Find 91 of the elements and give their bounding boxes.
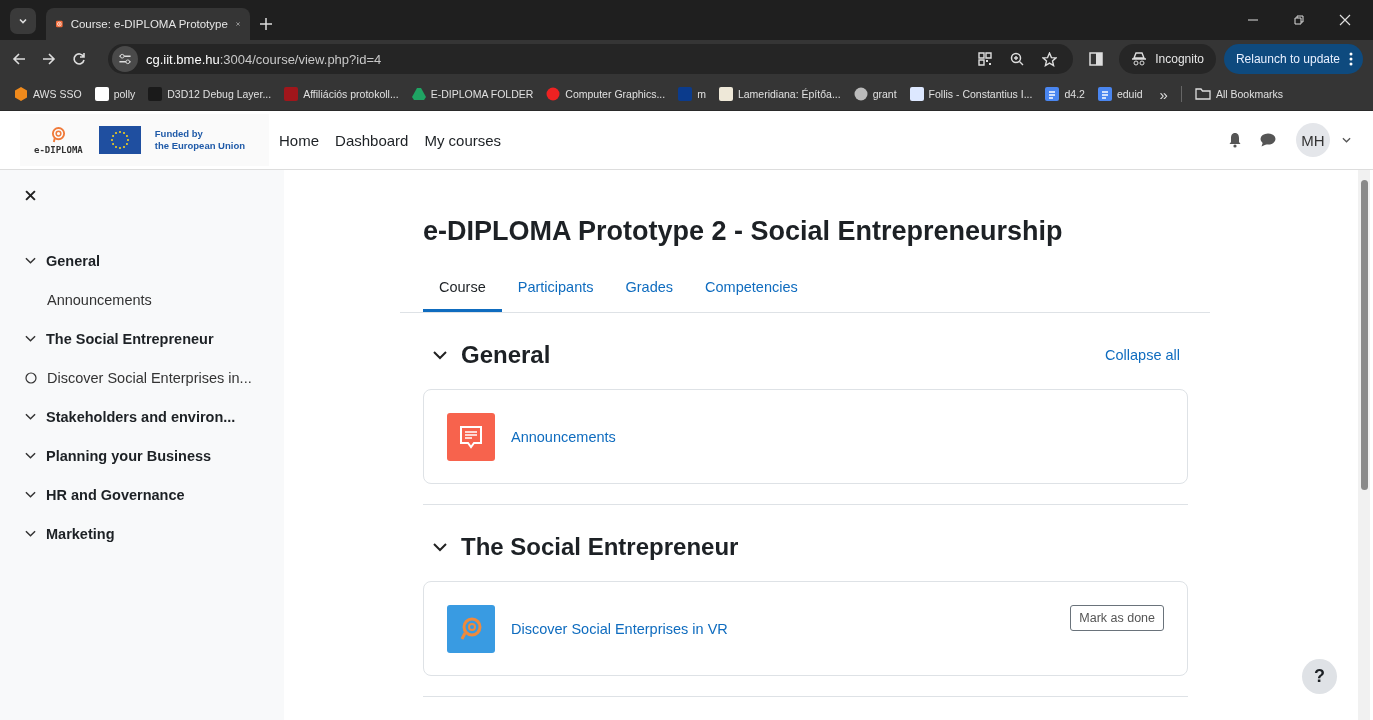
bookmark[interactable]: Follis - Constantius I... <box>909 87 1033 101</box>
help-button[interactable]: ? <box>1302 659 1337 694</box>
incognito-button[interactable]: Incognito <box>1119 44 1216 74</box>
site-settings-icon[interactable] <box>112 46 138 72</box>
address-bar[interactable]: cg.iit.bme.hu:3004/course/view.php?id=4 <box>108 44 1074 74</box>
logo-panel[interactable]: e-DIPLOMA Funded by the European Union <box>20 114 270 166</box>
bookmark-icon <box>284 87 299 101</box>
restore-icon[interactable] <box>1293 14 1305 26</box>
bookmark-icon <box>853 87 868 101</box>
bookmark[interactable]: Affiliációs protokoll... <box>284 87 399 101</box>
bookmark[interactable]: AWS SSO <box>14 87 82 101</box>
bookmark[interactable]: Computer Graphics... <box>546 87 666 101</box>
relaunch-button[interactable]: Relaunch to update <box>1223 44 1363 74</box>
sidebar-item[interactable]: Announcements <box>25 280 152 319</box>
browser-tab[interactable]: Course: e-DIPLOMA Prototype <box>46 8 250 40</box>
bookmark[interactable]: eduid <box>1097 87 1143 101</box>
reload-icon[interactable] <box>72 52 86 66</box>
chat-icon[interactable] <box>1260 133 1276 147</box>
caret-icon[interactable] <box>1342 137 1351 143</box>
qr-code-icon[interactable] <box>978 52 993 66</box>
chevron-icon[interactable] <box>25 334 36 343</box>
sidebar-section[interactable]: The Social Entrepreneur <box>25 319 214 358</box>
star-icon[interactable] <box>1042 51 1058 67</box>
folder-icon <box>1194 87 1211 101</box>
close-icon[interactable] <box>25 190 36 201</box>
bookmark-icon <box>718 87 733 101</box>
nav-link[interactable]: Home <box>279 131 320 149</box>
bookmark[interactable]: E-DIPLOMA FOLDER <box>411 87 534 101</box>
course-tab[interactable]: Participants <box>501 267 610 312</box>
bookmark-icon <box>1097 87 1112 101</box>
logo-text: e-DIPLOMA <box>34 144 83 155</box>
user-avatar[interactable]: MH <box>1296 123 1330 157</box>
section-title: The Social Entrepreneur <box>461 533 739 561</box>
bookmark-icon <box>678 87 693 101</box>
course-tab[interactable]: Course <box>423 267 502 312</box>
tab-title: Course: e-DIPLOMA Prototype <box>70 18 228 30</box>
bookmark-icon <box>546 87 561 101</box>
bookmark-icon <box>14 87 28 101</box>
section-title: General <box>461 341 551 369</box>
zoom-icon[interactable] <box>1010 52 1025 66</box>
bookmark-icon <box>148 87 163 101</box>
chevron-icon[interactable] <box>25 490 36 499</box>
bookmark[interactable]: D3D12 Debug Layer... <box>148 87 272 101</box>
bell-icon[interactable] <box>1228 132 1242 148</box>
collapse-all-link[interactable]: Collapse all <box>1105 347 1180 363</box>
incognito-icon <box>1131 52 1148 66</box>
chevron-icon[interactable] <box>25 451 36 460</box>
sidebar-section[interactable]: HR and Governance <box>25 475 185 514</box>
bookmark[interactable]: Lameridiana: Építőa... <box>718 87 841 101</box>
forum-icon <box>447 412 495 461</box>
bookmark-icon <box>1045 87 1060 101</box>
caret-icon <box>18 16 28 26</box>
spiral-logo-icon <box>50 125 66 143</box>
more-bookmarks[interactable]: » <box>1159 85 1168 103</box>
chevron-icon[interactable] <box>25 529 36 538</box>
bookmark[interactable]: d4.2 <box>1045 87 1085 101</box>
forward-icon[interactable] <box>42 52 56 66</box>
mark-as-done-button[interactable]: Mark as done <box>1070 605 1164 631</box>
sidebar-section[interactable]: General <box>25 241 100 280</box>
back-icon[interactable] <box>12 52 26 66</box>
nav-link[interactable]: Dashboard <box>335 131 409 149</box>
nav-link[interactable]: My courses <box>424 131 502 149</box>
tab-search-button[interactable] <box>10 8 36 34</box>
sidebar-section[interactable]: Marketing <box>25 514 115 553</box>
chevron-icon[interactable] <box>433 350 447 360</box>
bookmark[interactable]: polly <box>94 87 136 101</box>
sidebar-section[interactable]: Stakeholders and environ... <box>25 397 236 436</box>
bookmark[interactable]: grant <box>853 87 897 101</box>
more-icon <box>1349 52 1353 66</box>
bookmark[interactable]: m <box>678 87 706 101</box>
sidebar-section[interactable]: Planning your Business <box>25 436 212 475</box>
activity-link[interactable]: Discover Social Enterprises in VR <box>511 620 728 637</box>
eu-flag-icon <box>98 126 141 154</box>
bookmark-icon <box>94 87 109 101</box>
all-bookmarks[interactable]: All Bookmarks <box>1194 87 1284 101</box>
activity-link[interactable]: Announcements <box>511 428 616 445</box>
chevron-icon[interactable] <box>25 412 36 421</box>
chevron-icon[interactable] <box>25 256 36 265</box>
course-tab[interactable]: Grades <box>609 267 690 312</box>
bookmark-icon <box>909 87 924 101</box>
spiral-icon <box>447 604 495 653</box>
chevron-icon[interactable] <box>433 542 447 552</box>
course-tab[interactable]: Competencies <box>689 267 814 312</box>
scrollbar-thumb[interactable] <box>1360 180 1368 490</box>
sidebar-item[interactable]: Discover Social Enterprises in... <box>25 358 252 397</box>
new-tab-icon[interactable] <box>260 18 272 30</box>
side-panel-icon[interactable] <box>1089 52 1104 66</box>
eu-funding-text: Funded by <box>154 128 204 140</box>
course-title: e-DIPLOMA Prototype 2 - Social Entrepreneurship <box>423 216 1064 247</box>
bookmark-icon <box>411 87 426 101</box>
eu-funding-text: the European Union <box>154 140 246 152</box>
